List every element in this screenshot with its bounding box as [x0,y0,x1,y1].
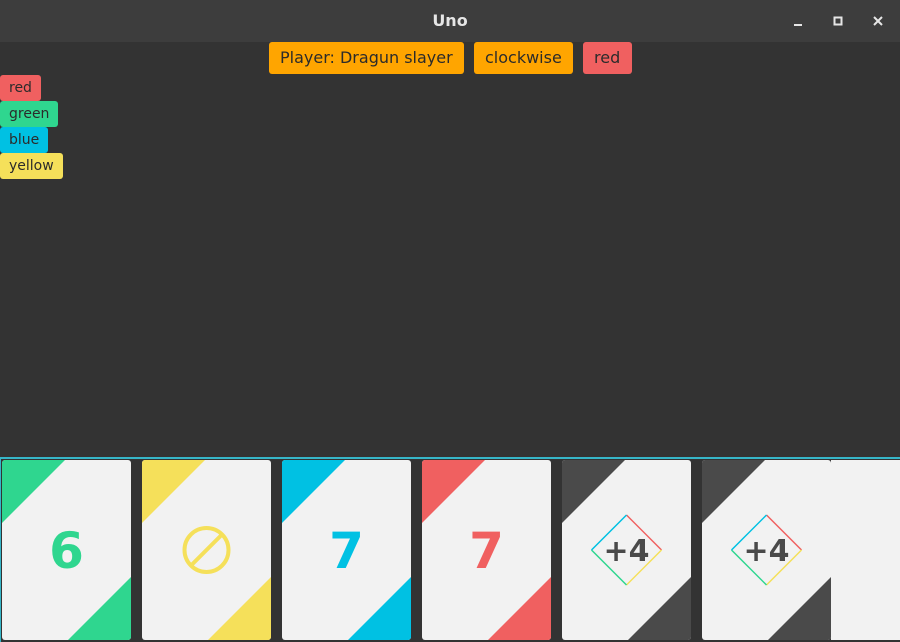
card-value: +4 [743,534,789,569]
hand-card[interactable]: 7 [422,460,551,640]
minimize-icon [794,24,802,26]
player-label: Player: Dragun slayer [269,42,464,74]
card-value: 7 [469,522,504,580]
hand-card[interactable]: +4 [562,460,691,640]
color-choice-yellow[interactable]: yellow [0,153,63,179]
maximize-button[interactable] [828,11,848,31]
maximize-icon [833,16,843,26]
minimize-button[interactable] [788,11,808,31]
card-value: +4 [603,534,649,569]
card-value: 6 [49,522,84,580]
title-bar: Uno [0,0,900,42]
direction-label: clockwise [474,42,573,74]
hand-card-partial[interactable] [831,460,900,640]
color-choice-green[interactable]: green [0,101,59,127]
card-value: 7 [329,522,364,580]
color-choice-blue[interactable]: blue [0,127,49,153]
window-title: Uno [432,11,468,30]
current-color-label: red [583,42,632,74]
close-button[interactable] [868,11,888,31]
hand-card[interactable]: 6 [2,460,131,640]
hand-card[interactable] [142,460,271,640]
color-choice-red[interactable]: red [0,75,41,101]
close-icon [873,16,883,26]
hand-card[interactable]: +4 [702,460,831,640]
hand-card[interactable]: 7 [282,460,411,640]
